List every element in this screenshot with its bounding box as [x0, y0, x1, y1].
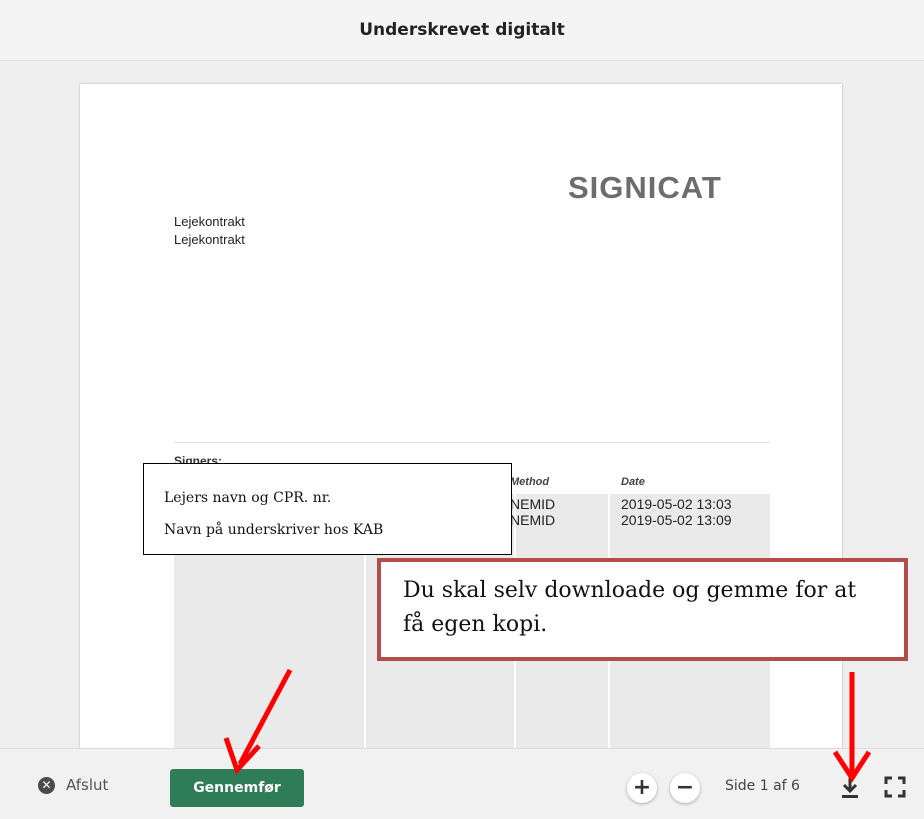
fullscreen-icon	[884, 776, 906, 798]
fullscreen-button[interactable]	[884, 776, 906, 798]
download-callout-text: Du skal selv downloade og gemme for at f…	[403, 578, 857, 637]
signer-method: NEMID	[510, 512, 556, 528]
signer-date: 2019-05-02 13:03	[621, 496, 732, 512]
download-button[interactable]	[838, 775, 862, 801]
document-title-line: Lejekontrakt	[174, 214, 245, 229]
divider	[174, 442, 770, 443]
page-indicator: Side 1 af 6	[725, 778, 800, 794]
column-header-date: Date	[621, 476, 645, 488]
annotation-line: Navn på underskriver hos KAB	[164, 522, 384, 538]
close-button[interactable]: ✕ Afslut	[38, 776, 108, 794]
signicat-logo: SIGNICAT	[568, 170, 722, 205]
document-title-line: Lejekontrakt	[174, 232, 245, 247]
signer-date: 2019-05-02 13:09	[621, 512, 732, 528]
signers-annotation-box: Lejers navn og CPR. nr. Navn på underskr…	[143, 463, 512, 555]
download-icon	[842, 778, 858, 798]
page-title: Underskrevet digitalt	[359, 20, 565, 40]
submit-button[interactable]: Gennemfør	[170, 769, 304, 807]
close-icon: ✕	[38, 776, 55, 794]
column-header-method: Method	[510, 476, 550, 488]
zoom-in-button[interactable]: +	[627, 773, 657, 803]
top-bar: Underskrevet digitalt	[0, 0, 924, 61]
download-callout: Du skal selv downloade og gemme for at f…	[377, 558, 908, 661]
close-label: Afslut	[66, 776, 109, 794]
signer-method: NEMID	[510, 496, 556, 512]
bottom-toolbar: ✕ Afslut Gennemfør + − Side 1 af 6	[0, 748, 924, 819]
annotation-line: Lejers navn og CPR. nr.	[164, 490, 332, 506]
zoom-out-button[interactable]: −	[670, 773, 700, 803]
